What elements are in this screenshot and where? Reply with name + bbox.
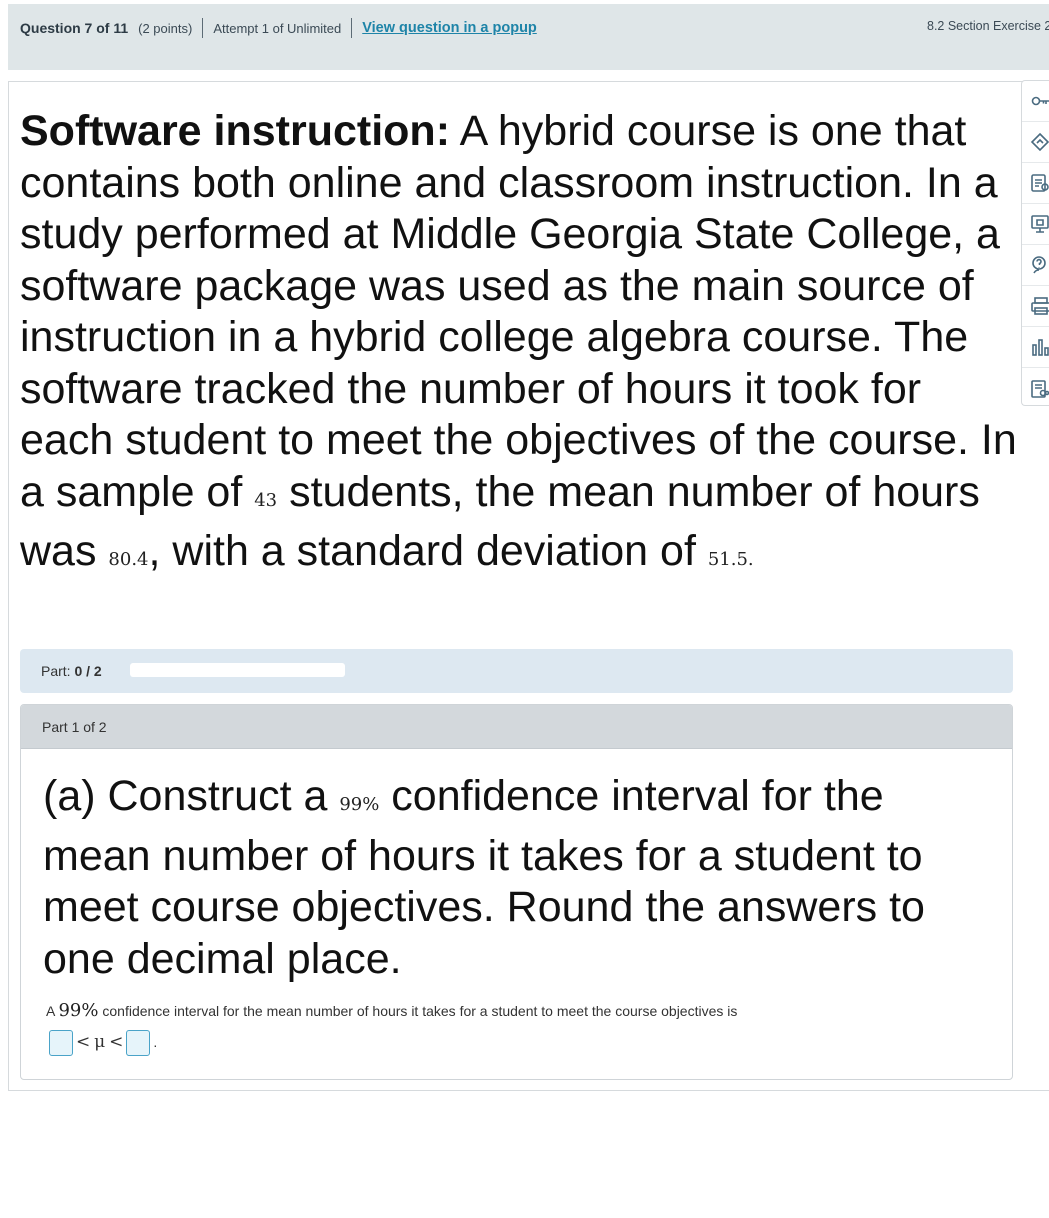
mu-symbol: μ [94,1032,106,1052]
attempt-info: Attempt 1 of Unlimited [213,20,342,36]
part-question: (a) Construct a 99% confidence interval … [43,771,993,985]
question-content: Software instruction: A hybrid course is… [8,81,1049,1091]
chart-button[interactable] [1022,327,1049,368]
progress-value: 0 / 2 [74,663,102,679]
question-text-4: . [747,549,754,570]
video-button[interactable] [1022,204,1049,245]
part-question-1: (a) Construct a [43,772,340,820]
lower-bound-input[interactable] [49,1030,73,1057]
question-number: Question 7 of 11 [20,20,129,36]
help-icon [1032,256,1046,274]
confidence-level: 99% [339,794,380,815]
tool-rail [1021,80,1049,406]
data-icon [1031,379,1049,398]
progress-bar [130,663,345,677]
part-panel: Part 1 of 2 (a) Construct a 99% confiden… [20,704,1013,1080]
answer-text-1: A [46,1003,59,1019]
key-icon [1031,96,1049,106]
standard-deviation: 51.5 [707,549,748,570]
header-divider [202,18,204,38]
answer-confidence: 99% [58,1000,99,1021]
ebook-button[interactable] [1022,163,1049,204]
question-header: Question 7 of 11 (2 points) Attempt 1 of… [8,4,1049,70]
part-progress: Part: 0 / 2 [20,649,1013,693]
view-popup-link[interactable]: View question in a popup [362,20,537,36]
video-icon [1031,215,1049,233]
answer-period: . [153,1034,158,1050]
hint-button[interactable] [1022,122,1049,163]
sample-mean: 80.4 [108,549,149,570]
answer-text-2: confidence interval for the mean number … [98,1003,738,1019]
upper-bound-input[interactable] [126,1030,151,1057]
progress-label-text: Part: [41,663,71,679]
section-label: 8.2 Section Exercise 2 [927,19,1049,33]
question-lead: Software instruction: [20,107,451,155]
question-points: (2 points) [138,20,193,36]
data-button[interactable] [1022,368,1049,409]
header-divider [351,18,353,38]
part-progress-label: Part: 0 / 2 [41,663,102,679]
less-than-sign: < [76,1032,91,1052]
less-than-sign: < [109,1032,124,1052]
header-row: Question 7 of 11 (2 points) Attempt 1 of… [20,18,537,38]
question-text: Software instruction: A hybrid course is… [20,106,1020,586]
chart-icon [1032,339,1049,356]
key-button[interactable] [1022,81,1049,122]
answer-statement: A 99% confidence interval for the mean n… [46,995,746,1058]
sample-size: 43 [254,489,278,511]
help-button[interactable] [1022,245,1049,286]
hint-icon [1030,132,1049,152]
ebook-icon [1031,174,1049,192]
question-text-3: , with a standard deviation of [148,527,708,575]
question-text-1: A hybrid course is one that contains bot… [20,107,1017,516]
part-header: Part 1 of 2 [21,705,1012,749]
print-button[interactable] [1022,286,1049,327]
print-icon [1031,297,1049,315]
